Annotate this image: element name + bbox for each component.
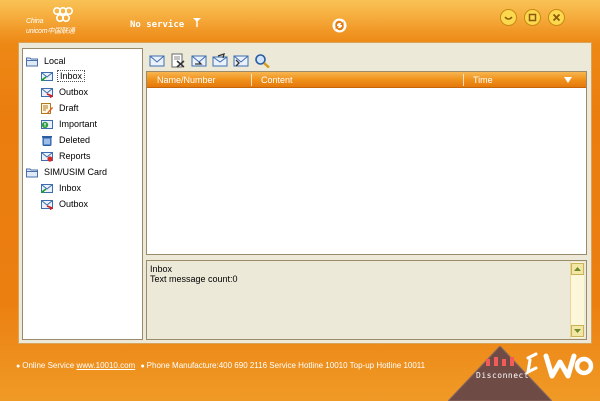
tree-label: Inbox	[57, 70, 86, 82]
column-divider[interactable]	[251, 74, 252, 86]
column-header-content[interactable]: Content	[257, 72, 457, 88]
tree-item-sim-outbox[interactable]: Outbox	[41, 197, 90, 211]
detail-text: Inbox Text message count:0	[150, 264, 238, 284]
detail-message-count: Text message count:0	[150, 274, 238, 284]
folder-icon	[26, 57, 38, 66]
app-window: China unicom中国联通 No service Local Inbox …	[0, 0, 600, 401]
inbox-icon	[41, 183, 53, 193]
column-header-name-number[interactable]: Name/Number	[153, 72, 251, 88]
unicom-knot-icon	[52, 6, 74, 23]
maximize-button[interactable]	[524, 9, 541, 26]
trash-icon	[42, 135, 52, 146]
signal-antenna-icon	[192, 18, 201, 27]
tree-item-local-important[interactable]: Important	[41, 117, 99, 131]
column-header-time[interactable]: Time	[469, 72, 559, 88]
brand-name-line1: China	[26, 18, 44, 25]
online-service-label: Online Service	[22, 361, 75, 370]
service-hotline-info: Phone Manufacture:400 690 2116 Service H…	[146, 361, 426, 370]
tree-node-sim[interactable]: SIM/USIM Card	[26, 165, 109, 179]
arrow-up-icon	[574, 267, 581, 271]
inbox-icon	[41, 71, 53, 81]
footer-info-bar: ● Online Service www.10010.com ● Phone Man…	[16, 361, 426, 370]
tree-label: Deleted	[59, 135, 91, 145]
tree-label: Important	[59, 119, 98, 129]
minimize-button[interactable]	[500, 9, 517, 26]
tree-item-local-draft[interactable]: Draft	[41, 101, 81, 115]
message-detail-pane: Inbox Text message count:0	[146, 260, 587, 340]
draft-icon	[41, 102, 53, 114]
tree-node-local[interactable]: Local	[26, 54, 68, 68]
scroll-up-button[interactable]	[571, 263, 584, 275]
detail-scrollbar[interactable]	[570, 262, 584, 338]
folder-icon	[26, 168, 38, 177]
tree-item-sim-inbox[interactable]: Inbox	[41, 181, 83, 195]
tree-label: Outbox	[59, 87, 89, 97]
tree-label-sim: SIM/USIM Card	[44, 167, 108, 177]
disconnect-label[interactable]: Disconnect	[476, 371, 529, 380]
close-button[interactable]	[548, 9, 565, 26]
outbox-icon	[41, 199, 53, 210]
tree-label: Reports	[59, 151, 91, 161]
forward-icon[interactable]	[212, 53, 228, 68]
network-status-text: No service	[130, 20, 185, 30]
delete-message-icon[interactable]	[170, 53, 186, 68]
tree-item-local-inbox[interactable]: Inbox	[41, 69, 86, 83]
search-icon[interactable]	[254, 53, 270, 68]
tree-item-local-deleted[interactable]: Deleted	[41, 133, 92, 147]
tree-label-local: Local	[44, 56, 66, 66]
outbox-icon	[41, 87, 53, 98]
message-list[interactable]: Name/Number Content Time	[146, 71, 587, 255]
arrow-down-icon	[574, 329, 581, 333]
tree-item-local-outbox[interactable]: Outbox	[41, 85, 90, 99]
tree-label: Draft	[59, 103, 79, 113]
column-divider[interactable]	[463, 74, 464, 86]
folder-tree: Local Inbox Outbox Draft Important Delet…	[22, 48, 143, 340]
report-icon	[41, 151, 53, 162]
move-message-icon[interactable]	[233, 53, 249, 68]
network-status: No service	[130, 18, 201, 30]
tree-label: Inbox	[59, 183, 82, 193]
reply-icon[interactable]	[191, 53, 207, 68]
sort-descending-icon[interactable]	[563, 75, 573, 85]
tree-label: Outbox	[59, 199, 89, 209]
scroll-down-button[interactable]	[571, 325, 584, 337]
new-message-icon[interactable]	[149, 53, 165, 68]
china-unicom-logo: China unicom中国联通	[22, 6, 82, 36]
refresh-icon[interactable]	[332, 18, 347, 33]
brand-name-line2: unicom中国联通	[26, 28, 75, 35]
wo-brand-logo	[526, 352, 594, 379]
tree-item-local-reports[interactable]: Reports	[41, 149, 93, 163]
important-icon	[41, 119, 53, 129]
online-service-link[interactable]: www.10010.com	[77, 361, 136, 370]
message-list-header: Name/Number Content Time	[147, 72, 586, 88]
detail-folder-name: Inbox	[150, 264, 173, 274]
